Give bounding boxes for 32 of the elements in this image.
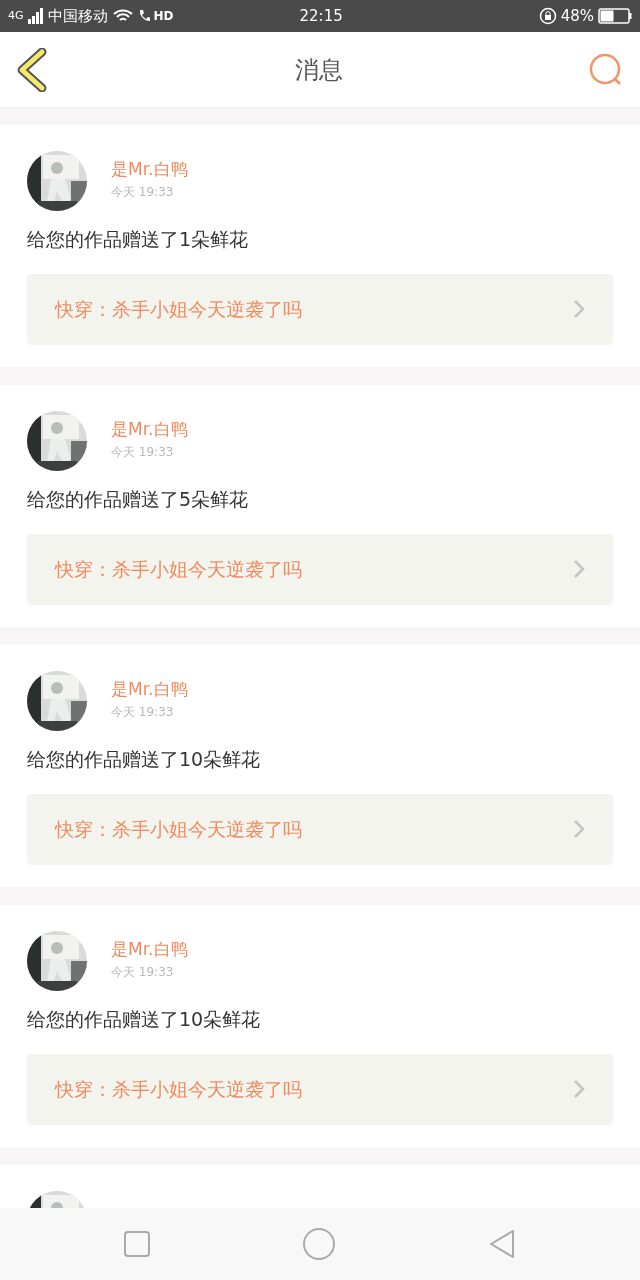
home-circle-icon[interactable] [302, 1227, 336, 1261]
message-time: 今天 19:33 [111, 444, 175, 461]
sender-name[interactable]: 是Mr.白鸭 [111, 679, 188, 699]
battery-icon [598, 8, 632, 24]
message-text: 给您的作品赠送了10朵鲜花 [27, 747, 262, 772]
book-link[interactable]: 快穿：杀手小姐今天逆袭了吗 [27, 793, 613, 865]
page-title: 消息 [295, 54, 343, 86]
chevron-right-icon [573, 819, 585, 839]
book-link[interactable]: 快穿：杀手小姐今天逆袭了吗 [27, 1053, 613, 1125]
call-label: HD [153, 8, 174, 25]
chevron-right-icon [573, 1079, 585, 1099]
clock-time: 22:15 [298, 5, 344, 27]
network-label: 4G [8, 7, 24, 24]
book-link[interactable]: 快穿：杀手小姐今天逆袭了吗 [27, 533, 613, 605]
sender-name[interactable]: 是Mr.白鸭 [111, 419, 188, 439]
sender-name[interactable]: 是Mr.白鸭 [111, 939, 188, 959]
sender-name[interactable]: 是Mr.白鸭 [111, 159, 188, 179]
message-text: 给您的作品赠送了1朵鲜花 [27, 227, 250, 252]
chevron-right-icon [573, 559, 585, 579]
rotation-lock-icon [538, 7, 557, 25]
book-link[interactable]: 快穿：杀手小姐今天逆袭了吗 [27, 273, 613, 345]
square-icon[interactable] [123, 1230, 152, 1258]
message-time: 今天 19:33 [111, 964, 175, 981]
chevron-right-icon [573, 299, 585, 319]
message-time: 今天 19:33 [111, 704, 175, 721]
message-text: 给您的作品赠送了10朵鲜花 [27, 1007, 262, 1032]
battery-percent: 48% [560, 5, 594, 27]
message-text: 给您的作品赠送了5朵鲜花 [27, 487, 250, 512]
phone-icon [137, 9, 150, 23]
carrier-label: 中国移动 [47, 5, 108, 27]
signal-icon [27, 8, 44, 24]
message-time: 今天 19:33 [111, 184, 175, 201]
